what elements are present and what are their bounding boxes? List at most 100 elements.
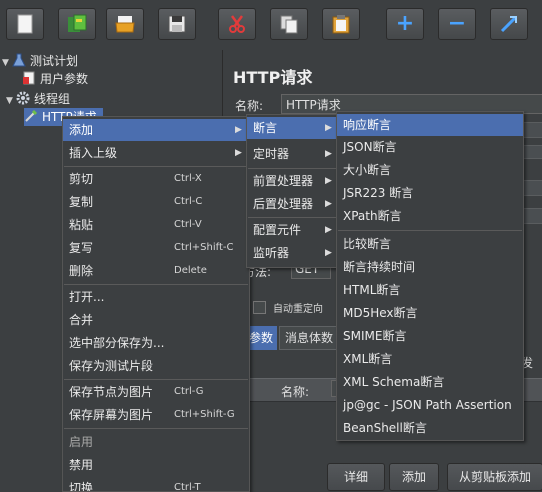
separator	[64, 284, 248, 285]
menu-item-config-element[interactable]: 配置元件 ▶	[247, 219, 339, 241]
menu-item-beanshell-assertion[interactable]: BeanShell断言	[337, 417, 523, 439]
tree-node-test-plan[interactable]: ▼ 测试计划	[2, 52, 78, 70]
name-label: 名称:	[235, 99, 264, 113]
redirect-checkbox[interactable]	[253, 301, 266, 314]
expand-arrow-icon[interactable]: ▼	[2, 54, 12, 72]
save-icon	[168, 15, 186, 33]
tree-node-user-params[interactable]: 用户参数	[22, 70, 88, 88]
tree-node-label: 测试计划	[30, 54, 79, 68]
menu-item-toggle[interactable]: 切换 Ctrl-T	[63, 477, 249, 491]
tree-node-label: 线程组	[34, 92, 71, 106]
separator	[64, 166, 248, 167]
detail-button[interactable]: 详细	[327, 463, 385, 491]
menu-item-compare-assertion[interactable]: 比较断言	[337, 233, 523, 255]
separator	[338, 230, 522, 231]
menu-item-html-assertion[interactable]: HTML断言	[337, 279, 523, 301]
open-icon	[115, 16, 135, 33]
cut-icon	[229, 15, 245, 33]
submenu-arrow-icon: ▶	[325, 225, 332, 235]
menu-item-xml-schema-assertion[interactable]: XML Schema断言	[337, 371, 523, 393]
pipette-icon	[25, 109, 38, 122]
menu-item-enable[interactable]: 启用	[63, 431, 249, 453]
collapse-all-button[interactable]: −	[438, 8, 476, 40]
save-button[interactable]	[158, 8, 196, 40]
menu-item-paste[interactable]: 粘贴 Ctrl-V	[63, 214, 249, 236]
shortcut-label: Ctrl-G	[174, 386, 204, 397]
toggle-button[interactable]	[490, 8, 528, 40]
copy-button[interactable]	[270, 8, 308, 40]
protocol-field[interactable]	[523, 180, 542, 196]
tree-node-label: 用户参数	[40, 72, 89, 86]
menu-item-jsr223-assertion[interactable]: JSR223 断言	[337, 182, 523, 204]
menu-item-assertion[interactable]: 断言 ▶	[247, 117, 339, 139]
expand-all-icon: +	[395, 11, 415, 36]
separator	[248, 217, 338, 218]
test-plan-icon	[12, 53, 26, 67]
submenu-arrow-icon: ▶	[325, 123, 332, 133]
page-title: HTTP请求	[233, 68, 313, 87]
menu-item-md5hex-assertion[interactable]: MD5Hex断言	[337, 302, 523, 324]
shortcut-label: Delete	[174, 265, 207, 276]
toggle-icon	[500, 15, 518, 33]
collapse-all-icon: −	[447, 11, 467, 36]
copy-icon	[280, 15, 298, 34]
paste-icon	[332, 15, 350, 34]
shortcut-label: Ctrl+Shift-G	[174, 409, 235, 420]
menu-item-cut[interactable]: 剪切 Ctrl-X	[63, 168, 249, 190]
shortcut-label: Ctrl-T	[174, 482, 201, 491]
server-field[interactable]	[523, 208, 542, 224]
add-button[interactable]: 添加	[389, 463, 439, 491]
menu-item-post-processor[interactable]: 后置处理器 ▶	[247, 193, 339, 215]
menu-item-disable[interactable]: 禁用	[63, 454, 249, 476]
paste-button[interactable]	[322, 8, 360, 40]
add-from-clipboard-button[interactable]: 从剪贴板添加	[447, 463, 542, 491]
redirect-label: 自动重定向	[273, 304, 323, 315]
menu-item-merge[interactable]: 合并	[63, 309, 249, 331]
menu-item-json-path-assertion[interactable]: jp@gc - JSON Path Assertion	[337, 394, 523, 416]
menu-item-timer[interactable]: 定时器 ▶	[247, 143, 339, 165]
menu-item-duration-assertion[interactable]: 断言持续时间	[337, 256, 523, 278]
cut-button[interactable]	[218, 8, 256, 40]
menu-item-delete[interactable]: 删除 Delete	[63, 260, 249, 282]
gear-icon	[16, 91, 30, 105]
context-menu: 添加 ▶ 插入上级 ▶ 剪切 Ctrl-X 复制 Ctrl-C 粘贴 Ctrl-V 复写 C…	[62, 116, 250, 492]
menu-item-xpath-assertion[interactable]: XPath断言	[337, 205, 523, 227]
menu-item-copy[interactable]: 复制 Ctrl-C	[63, 191, 249, 213]
menu-item-listener[interactable]: 监听器 ▶	[247, 242, 339, 264]
templates-button[interactable]	[58, 8, 96, 40]
submenu-arrow-icon: ▶	[325, 149, 332, 159]
expand-all-button[interactable]: +	[386, 8, 424, 40]
shortcut-label: Ctrl-C	[174, 196, 203, 207]
menu-item-size-assertion[interactable]: 大小断言	[337, 159, 523, 181]
toolbar: + −	[0, 0, 542, 50]
expand-arrow-icon[interactable]: ▼	[6, 92, 16, 110]
separator	[64, 428, 248, 429]
menu-item-open[interactable]: 打开...	[63, 286, 249, 308]
scroll-arrow[interactable]	[523, 145, 542, 159]
menu-item-pre-processor[interactable]: 前置处理器 ▶	[247, 170, 339, 192]
tab-body-data[interactable]: 消息体数	[279, 326, 341, 350]
menu-item-add[interactable]: 添加 ▶	[63, 119, 249, 141]
comments-field[interactable]	[523, 122, 542, 138]
menu-item-save-as-fragment[interactable]: 保存为测试片段	[63, 355, 249, 377]
menu-item-insert-parent[interactable]: 插入上级 ▶	[63, 142, 249, 164]
menu-item-duplicate[interactable]: 复写 Ctrl+Shift-C	[63, 237, 249, 259]
menu-item-smime-assertion[interactable]: SMIME断言	[337, 325, 523, 347]
submenu-arrow-icon: ▶	[325, 199, 332, 209]
menu-item-save-screen-image[interactable]: 保存屏幕为图片 Ctrl+Shift-G	[63, 404, 249, 426]
menu-item-save-selection-as[interactable]: 选中部分保存为...	[63, 332, 249, 354]
menu-item-json-assertion[interactable]: JSON断言	[337, 136, 523, 158]
templates-icon	[68, 14, 87, 32]
menu-item-save-node-image[interactable]: 保存节点为图片 Ctrl-G	[63, 381, 249, 403]
open-button[interactable]	[106, 8, 144, 40]
menu-item-response-assertion[interactable]: 响应断言	[337, 114, 523, 136]
menu-item-xml-assertion[interactable]: XML断言	[337, 348, 523, 370]
submenu-arrow-icon: ▶	[325, 248, 332, 258]
separator	[64, 379, 248, 380]
tree-node-thread-group[interactable]: ▼ 线程组	[6, 90, 70, 108]
add-submenu: 断言 ▶ 定时器 ▶ 前置处理器 ▶ 后置处理器 ▶ 配置元件 ▶ 监听器 ▶	[246, 114, 340, 268]
assertion-submenu: 响应断言 JSON断言 大小断言 JSR223 断言 XPath断言 比较断言 …	[336, 111, 524, 441]
submenu-arrow-icon: ▶	[325, 176, 332, 186]
new-button[interactable]	[6, 8, 44, 40]
shortcut-label: Ctrl-X	[174, 173, 202, 184]
